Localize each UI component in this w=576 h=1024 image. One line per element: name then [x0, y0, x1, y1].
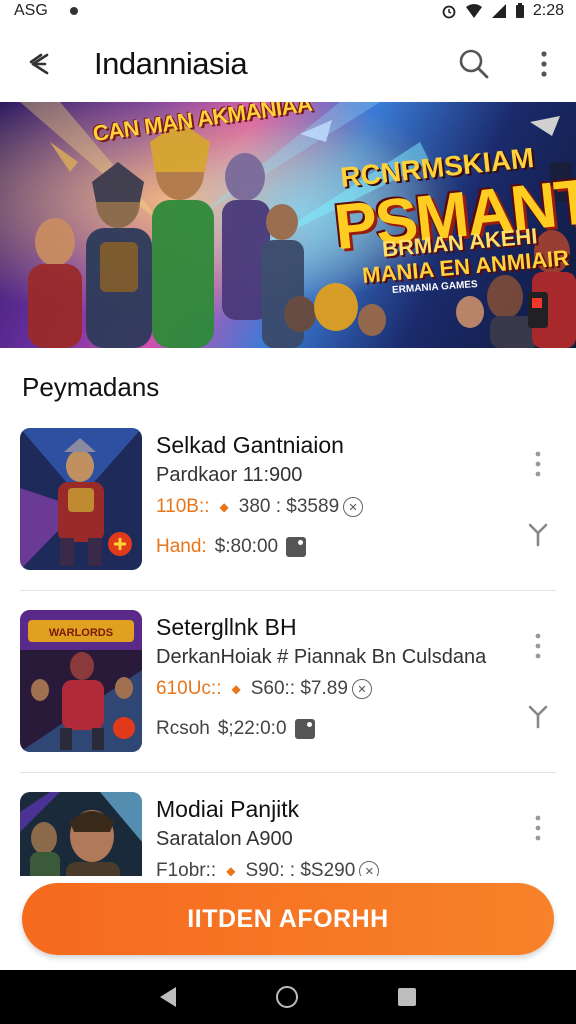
status-carrier: ASG	[14, 2, 48, 19]
item-thumbnail	[20, 428, 142, 570]
bid-label: Rcsoh	[156, 718, 210, 739]
primary-action-button[interactable]: IITDEN AFORHH	[22, 883, 554, 955]
more-vert-icon	[541, 51, 547, 77]
app-bar: Indanniasia	[0, 26, 576, 102]
item-more-button[interactable]	[524, 628, 552, 664]
back-arrow-icon	[29, 53, 49, 75]
section-title: Peymadans	[22, 372, 160, 402]
list-item[interactable]: WARLORDS Setergllnk BH DerkanHoiak # Pia…	[0, 602, 576, 782]
alarm-icon	[442, 5, 456, 19]
bid-row: Rcsoh $;22:0:0	[156, 718, 315, 740]
tag-icon[interactable]	[294, 719, 315, 739]
divider	[20, 772, 556, 773]
search-icon	[459, 49, 489, 79]
wifi-icon	[465, 4, 482, 18]
nav-home-icon[interactable]	[276, 986, 298, 1008]
bid-value: $;22:0:0	[217, 718, 287, 739]
price-row: 610Uc:: ◆ S60:: $7.89 ✕	[156, 678, 372, 700]
more-options-button[interactable]	[520, 40, 568, 88]
bid-row: Hand: $:80:00	[156, 536, 307, 558]
divider	[20, 590, 556, 591]
svg-text:WARLORDS: WARLORDS	[49, 627, 113, 639]
nav-recents-icon[interactable]	[398, 988, 416, 1006]
promo-banner[interactable]: CAN MAN AKMANIAA RCNRMSKIAM PSMANT BRMAN…	[0, 102, 576, 348]
nav-back-icon[interactable]	[160, 987, 176, 1007]
list-item[interactable]: Selkad Gantniaion Pardkaor 11:900 110B::…	[0, 420, 576, 600]
info-icon[interactable]: ✕	[351, 679, 372, 699]
price-current: 380 : $3589	[238, 496, 340, 517]
more-vert-icon	[535, 815, 541, 841]
search-button[interactable]	[450, 40, 498, 88]
item-expand-button[interactable]	[524, 520, 552, 548]
item-subtitle: DerkanHoiak # Piannak Bn Culsdana	[156, 646, 487, 668]
item-more-button[interactable]	[524, 810, 552, 846]
price-current: S60:: $7.89	[250, 678, 348, 699]
bid-value: $:80:00	[214, 536, 279, 557]
price-old: 110B::	[156, 496, 210, 517]
item-subtitle: Pardkaor 11:900	[156, 464, 303, 486]
back-button[interactable]	[10, 34, 70, 94]
page-title: Indanniasia	[94, 46, 248, 81]
system-nav-bar	[0, 970, 576, 1024]
item-subtitle: Saratalon A900	[156, 828, 293, 850]
price-arrow-icon: ◆	[219, 500, 229, 514]
notification-dot-icon	[69, 7, 78, 15]
item-thumbnail: WARLORDS	[20, 610, 142, 752]
status-left: ASG	[14, 2, 78, 20]
tag-icon[interactable]	[286, 537, 307, 557]
more-vert-icon	[535, 633, 541, 659]
signal-icon	[491, 4, 506, 18]
item-title: Modiai Panjitk	[156, 796, 300, 822]
more-vert-icon	[535, 451, 541, 477]
price-arrow-icon: ◆	[231, 682, 241, 696]
item-title: Selkad Gantniaion	[156, 432, 344, 458]
price-old: 610Uc::	[156, 678, 222, 699]
item-expand-button[interactable]	[524, 702, 552, 730]
battery-icon	[515, 3, 524, 18]
item-title: Setergllnk BH	[156, 614, 297, 640]
expand-icon	[528, 523, 548, 547]
bid-label: Hand:	[156, 536, 207, 557]
item-more-button[interactable]	[524, 446, 552, 482]
info-icon[interactable]: ✕	[343, 497, 364, 517]
status-right: 2:28	[441, 2, 564, 20]
price-row: 110B:: ◆ 380 : $3589 ✕	[156, 496, 364, 518]
status-bar: ASG 2:28	[0, 0, 576, 22]
expand-icon	[528, 705, 548, 729]
status-time: 2:28	[532, 2, 564, 19]
